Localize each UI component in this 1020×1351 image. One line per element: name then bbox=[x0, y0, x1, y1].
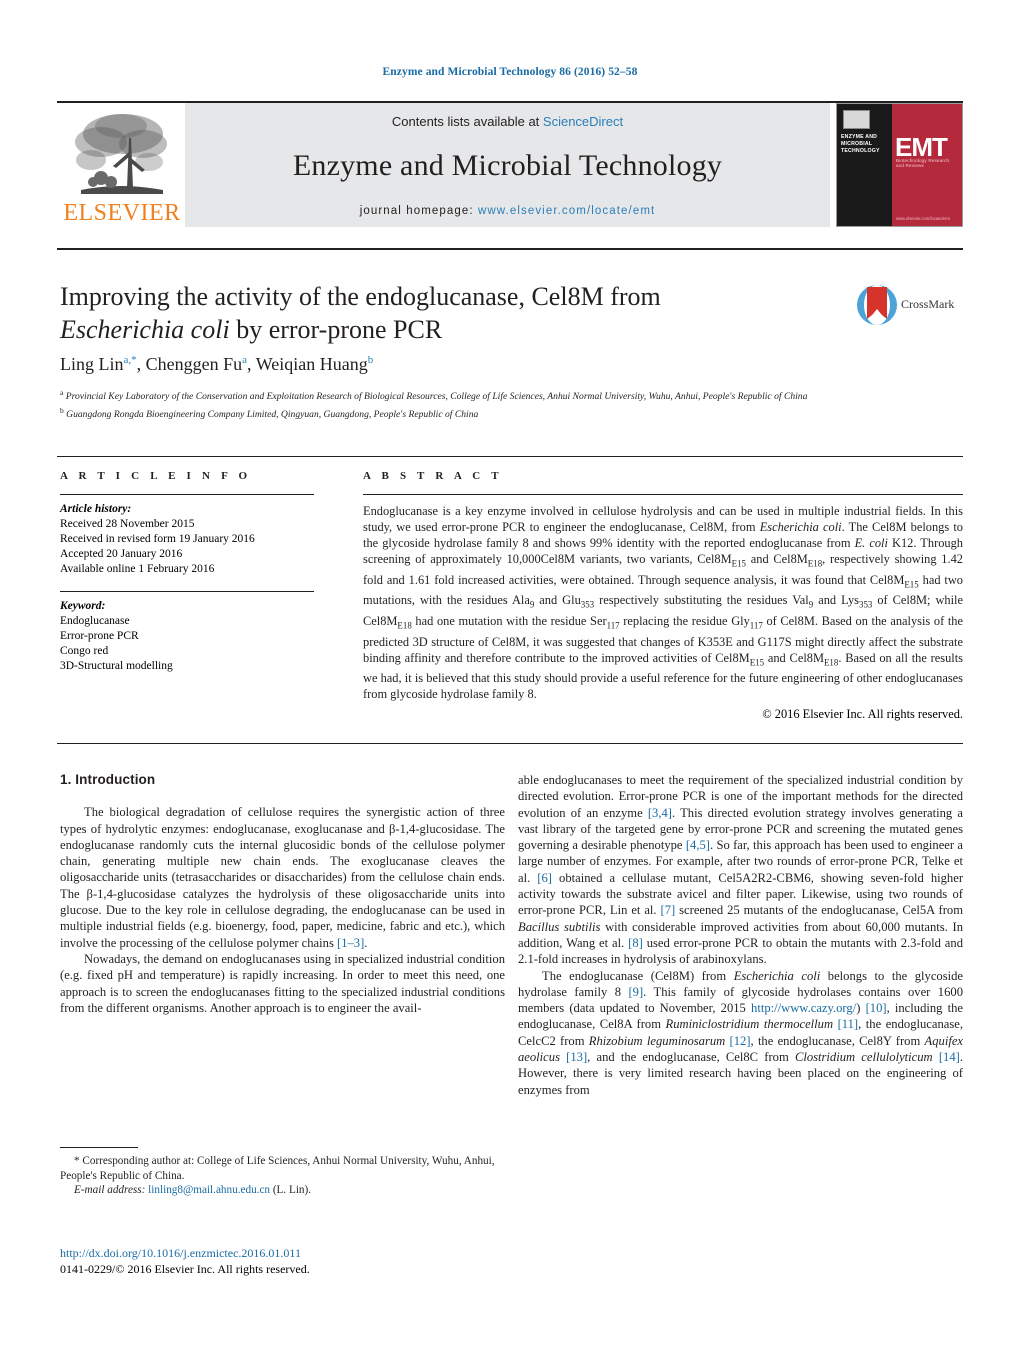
abstract-copyright: © 2016 Elsevier Inc. All rights reserved… bbox=[762, 707, 963, 722]
citation-14[interactable]: [14] bbox=[939, 1050, 960, 1064]
keyword-0: Endoglucanase bbox=[60, 615, 130, 627]
keyword-1: Error-prone PCR bbox=[60, 630, 139, 642]
title-line-1: Improving the activity of the endoglucan… bbox=[60, 282, 661, 311]
journal-title: Enzyme and Microbial Technology bbox=[292, 149, 723, 182]
affiliation-text-b: Guangdong Rongda Bioengineering Company … bbox=[66, 408, 479, 420]
article-history-2: Accepted 20 January 2016 bbox=[60, 548, 183, 560]
article-info-column: Article history: Received 28 November 20… bbox=[60, 494, 314, 674]
article-history-3: Available online 1 February 2016 bbox=[60, 563, 215, 575]
author-list: Ling Lina,*, Chenggen Fua, Weiqian Huang… bbox=[60, 354, 374, 374]
citation-8[interactable]: [8] bbox=[628, 936, 643, 950]
issn-copyright-line: 0141-0229/© 2016 Elsevier Inc. All right… bbox=[60, 1262, 310, 1276]
email-suffix: (L. Lin). bbox=[270, 1184, 312, 1197]
masthead-center-band: Contents lists available at ScienceDirec… bbox=[185, 103, 830, 227]
citation-1-3[interactable]: [1–3] bbox=[337, 936, 364, 950]
citation-7[interactable]: [7] bbox=[661, 903, 676, 917]
intro-paragraph-3: The endoglucanase (Cel8M) from Escherich… bbox=[518, 968, 964, 1097]
cover-footer-url: www.elsevier.com/locate/emt bbox=[896, 216, 950, 221]
journal-homepage-line: journal homepage: www.elsevier.com/locat… bbox=[185, 205, 830, 217]
homepage-url-link[interactable]: www.elsevier.com/locate/emt bbox=[478, 205, 655, 217]
citation-4-5[interactable]: [4,5] bbox=[686, 838, 710, 852]
cover-journal-title: ENZYME AND MICROBIAL TECHNOLOGY bbox=[841, 134, 880, 154]
author-sup-0: a,* bbox=[123, 354, 137, 366]
footnote-rule bbox=[60, 1147, 138, 1148]
title-top-rule bbox=[57, 248, 963, 250]
email-label: E-mail address: bbox=[74, 1184, 146, 1197]
footnote-block: * Corresponding author at: College of Li… bbox=[60, 1154, 505, 1198]
intro-paragraph-1: The biological degradation of cellulose … bbox=[60, 805, 505, 950]
abstract-divider bbox=[363, 494, 963, 495]
intro-paragraph-2-cont: able endoglucanases to meet the requirem… bbox=[518, 773, 964, 967]
info-top-rule bbox=[57, 456, 963, 457]
crossmark-icon bbox=[857, 285, 897, 325]
keyword-heading: Keyword: bbox=[60, 600, 106, 612]
keyword-divider bbox=[60, 591, 314, 592]
affiliation-mark-a: a bbox=[60, 388, 64, 397]
affiliation-text-a: Provincial Key Laboratory of the Conserv… bbox=[65, 391, 808, 403]
title-species: Escherichia coli bbox=[60, 315, 230, 344]
title-line-2-rest: by error-prone PCR bbox=[229, 315, 443, 344]
doi-block: http://dx.doi.org/10.1016/j.enzmictec.20… bbox=[60, 1245, 505, 1277]
abstract-text: Endoglucanase is a key enzyme involved i… bbox=[363, 504, 963, 702]
elsevier-tree-icon bbox=[75, 114, 167, 194]
crossmark-label: CrossMark bbox=[901, 297, 955, 311]
paper-page: Enzyme and Microbial Technology 86 (2016… bbox=[0, 0, 1020, 1351]
article-history-heading: Article history: bbox=[60, 503, 132, 515]
elsevier-wordmark: ELSEVIER bbox=[63, 200, 181, 226]
page-title: Improving the activity of the endoglucan… bbox=[60, 280, 760, 346]
author-name-1: Chenggen Fu bbox=[145, 354, 243, 374]
body-top-rule bbox=[57, 743, 963, 744]
intro-paragraph-2: Nowadays, the demand on endoglucanases u… bbox=[60, 951, 505, 1015]
affiliations: a Provincial Key Laboratory of the Conse… bbox=[60, 386, 860, 421]
doi-link[interactable]: http://dx.doi.org/10.1016/j.enzmictec.20… bbox=[60, 1245, 505, 1261]
author-sup-2: b bbox=[367, 354, 374, 366]
contents-available-line: Contents lists available at ScienceDirec… bbox=[185, 114, 830, 129]
homepage-prefix: journal homepage: bbox=[359, 205, 478, 217]
running-head: Enzyme and Microbial Technology 86 (2016… bbox=[382, 66, 638, 78]
cover-photo-placeholder bbox=[843, 110, 870, 129]
citation-3-4[interactable]: [3,4] bbox=[648, 806, 672, 820]
affiliation-a: a Provincial Key Laboratory of the Conse… bbox=[60, 386, 860, 404]
contents-prefix: Contents lists available at bbox=[391, 114, 543, 129]
keyword-3: 3D-Structural modelling bbox=[60, 660, 173, 672]
citation-11[interactable]: [11] bbox=[838, 1017, 859, 1031]
cazy-link[interactable]: http://www.cazy.org/ bbox=[751, 1001, 856, 1015]
article-history-0: Received 28 November 2015 bbox=[60, 518, 195, 530]
citation-9[interactable]: [9] bbox=[628, 985, 643, 999]
affiliation-b: b Guangdong Rongda Bioengineering Compan… bbox=[60, 404, 860, 422]
email-note: E-mail address: linling8@mail.ahnu.edu.c… bbox=[60, 1183, 505, 1198]
abstract-column: Endoglucanase is a key enzyme involved i… bbox=[363, 494, 963, 722]
author-sup-1: a bbox=[242, 354, 248, 366]
journal-masthead: ELSEVIER Contents lists available at Sci… bbox=[57, 103, 963, 227]
journal-cover-thumbnail: ENZYME AND MICROBIAL TECHNOLOGY EMT Biot… bbox=[836, 103, 963, 227]
abstract-heading: A B S T R A C T bbox=[363, 470, 503, 482]
cover-subtitle: Biotechnology Research and Reviews bbox=[896, 158, 950, 168]
keyword-2: Congo red bbox=[60, 645, 109, 657]
article-info-heading: A R T I C L E I N F O bbox=[60, 470, 252, 482]
elsevier-logo: ELSEVIER bbox=[57, 103, 185, 227]
body-column-right: able endoglucanases to meet the requirem… bbox=[518, 772, 963, 1098]
sciencedirect-link[interactable]: ScienceDirect bbox=[543, 114, 623, 129]
citation-6[interactable]: [6] bbox=[537, 871, 552, 885]
citation-12[interactable]: [12] bbox=[730, 1034, 751, 1048]
article-history-1: Received in revised form 19 January 2016 bbox=[60, 533, 255, 545]
affiliation-mark-b: b bbox=[60, 405, 64, 415]
author-name-0: Ling Lin bbox=[60, 354, 124, 374]
citation-13[interactable]: [13] bbox=[566, 1050, 587, 1064]
corresponding-author-note: * Corresponding author at: College of Li… bbox=[60, 1155, 495, 1182]
article-info-divider bbox=[60, 494, 314, 495]
crossmark-badge[interactable]: CrossMark bbox=[855, 283, 965, 329]
section-heading-introduction: 1. Introduction bbox=[60, 772, 156, 787]
body-column-left: 1. Introduction The biological degradati… bbox=[60, 772, 505, 1016]
citation-10[interactable]: [10] bbox=[866, 1001, 887, 1015]
email-link[interactable]: linling8@mail.ahnu.edu.cn bbox=[148, 1184, 270, 1196]
author-name-2: Weiqian Huang bbox=[255, 354, 368, 374]
